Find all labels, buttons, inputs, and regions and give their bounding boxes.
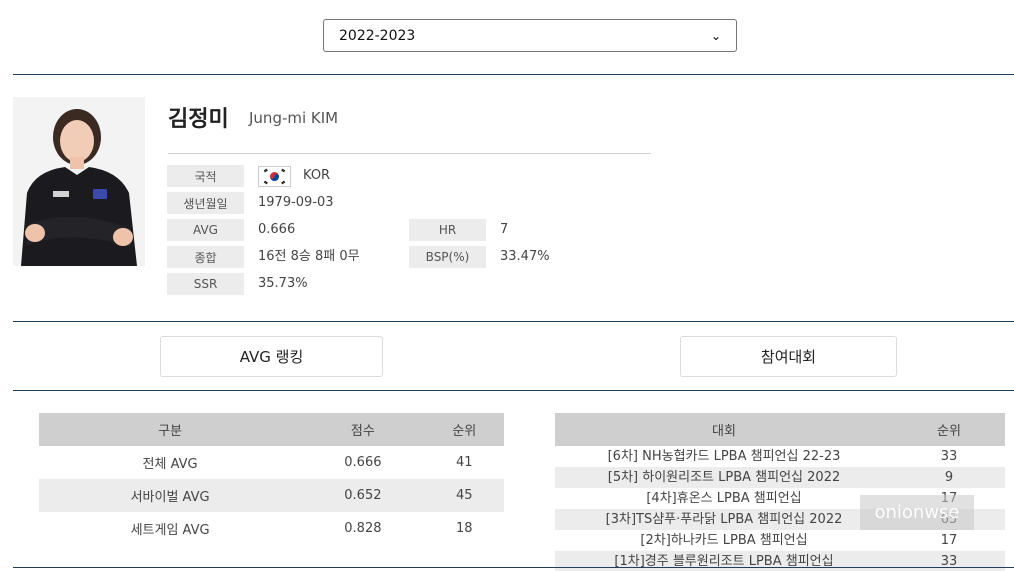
bsp-label: BSP(%) — [409, 246, 486, 268]
cell-tournament[interactable]: [3차]TS샴푸·푸라닭 LPBA 챔피언십 2022 — [555, 509, 893, 530]
cell-rank: 18 — [456, 521, 473, 536]
tab-tournaments[interactable]: 참여대회 — [680, 336, 897, 377]
cell-score: 0.652 — [301, 479, 425, 512]
player-photo — [13, 97, 145, 266]
table-row: 세트게임 AVG 0.828 18 — [39, 512, 504, 545]
col-rank: 순위 — [424, 413, 504, 446]
table-header-row: 대회 순위 — [555, 413, 1005, 446]
cell-tournament[interactable]: [4차]휴온스 LPBA 챔피언십 — [555, 488, 893, 509]
player-name-ko: 김정미 — [168, 107, 229, 132]
cell-tournament[interactable]: [6차] NH농협카드 LPBA 챔피언십 22-23 — [555, 446, 893, 467]
season-select-value: 2022-2023 — [339, 27, 416, 44]
watermark: onionwse — [860, 495, 974, 530]
cell-category: 세트게임 AVG — [130, 523, 210, 538]
season-select[interactable]: 2022-2023 ⌄ — [323, 19, 737, 52]
cell-rank: 9 — [893, 467, 1005, 488]
cell-category: 전체 AVG — [142, 457, 198, 472]
tournament-table: 대회 순위 [6차] NH농협카드 LPBA 챔피언십 22-23 33 [5차… — [555, 413, 1005, 571]
birth-label: 생년월일 — [167, 192, 244, 214]
nationality-value: KOR — [303, 168, 331, 183]
cell-rank: 33 — [893, 551, 1005, 571]
divider — [13, 390, 1014, 391]
col-category: 구분 — [39, 413, 302, 446]
col-rank: 순위 — [893, 413, 1005, 446]
cell-rank: 41 — [456, 455, 473, 470]
table-row: 전체 AVG 0.666 41 — [39, 446, 504, 479]
avg-label: AVG — [167, 219, 244, 241]
table-row[interactable]: [1차]경주 블루원리조트 LPBA 챔피언십 33 — [555, 551, 1005, 571]
bsp-value: 33.47% — [500, 249, 550, 264]
table-row[interactable]: [5차] 하이원리조트 LPBA 챔피언십 2022 9 — [555, 467, 1005, 488]
record-value: 16전 8승 8패 0무 — [258, 249, 360, 264]
divider — [13, 321, 1014, 322]
table-row: 서바이벌 AVG 0.652 45 — [39, 479, 504, 512]
avg-ranking-table: 구분 점수 순위 전체 AVG 0.666 41 서바이벌 AVG 0.652 … — [39, 413, 504, 545]
player-name-en: Jung-mi KIM — [249, 109, 339, 127]
cell-category: 서바이벌 AVG — [39, 479, 302, 512]
cell-rank: 17 — [940, 533, 958, 548]
korea-flag-icon — [258, 166, 291, 187]
cell-rank: 45 — [424, 479, 504, 512]
birth-value: 1979-09-03 — [258, 195, 334, 210]
hr-value: 7 — [500, 222, 509, 237]
record-label: 종합 — [167, 246, 244, 268]
avg-value: 0.666 — [258, 222, 296, 237]
divider — [13, 74, 1014, 75]
ssr-label: SSR — [167, 273, 244, 295]
chevron-down-icon: ⌄ — [710, 28, 721, 43]
name-divider — [168, 153, 651, 154]
table-header-row: 구분 점수 순위 — [39, 413, 504, 446]
divider — [13, 567, 1014, 568]
ssr-value: 35.73% — [258, 276, 308, 291]
tab-avg-ranking[interactable]: AVG 랭킹 — [160, 336, 383, 377]
hr-label: HR — [409, 219, 486, 241]
col-tournament: 대회 — [555, 413, 893, 446]
cell-score: 0.666 — [344, 455, 382, 470]
cell-score: 0.828 — [344, 521, 382, 536]
table-row[interactable]: [6차] NH농협카드 LPBA 챔피언십 22-23 33 — [555, 446, 1005, 467]
cell-tournament[interactable]: [2차]하나카드 LPBA 챔피언십 — [555, 530, 893, 551]
cell-tournament[interactable]: [5차] 하이원리조트 LPBA 챔피언십 2022 — [555, 467, 893, 488]
cell-rank: 33 — [940, 449, 958, 464]
table-row[interactable]: [2차]하나카드 LPBA 챔피언십 17 — [555, 530, 1005, 551]
nationality-label: 국적 — [167, 165, 244, 187]
col-score: 점수 — [301, 413, 425, 446]
cell-tournament[interactable]: [1차]경주 블루원리조트 LPBA 챔피언십 — [555, 551, 893, 571]
